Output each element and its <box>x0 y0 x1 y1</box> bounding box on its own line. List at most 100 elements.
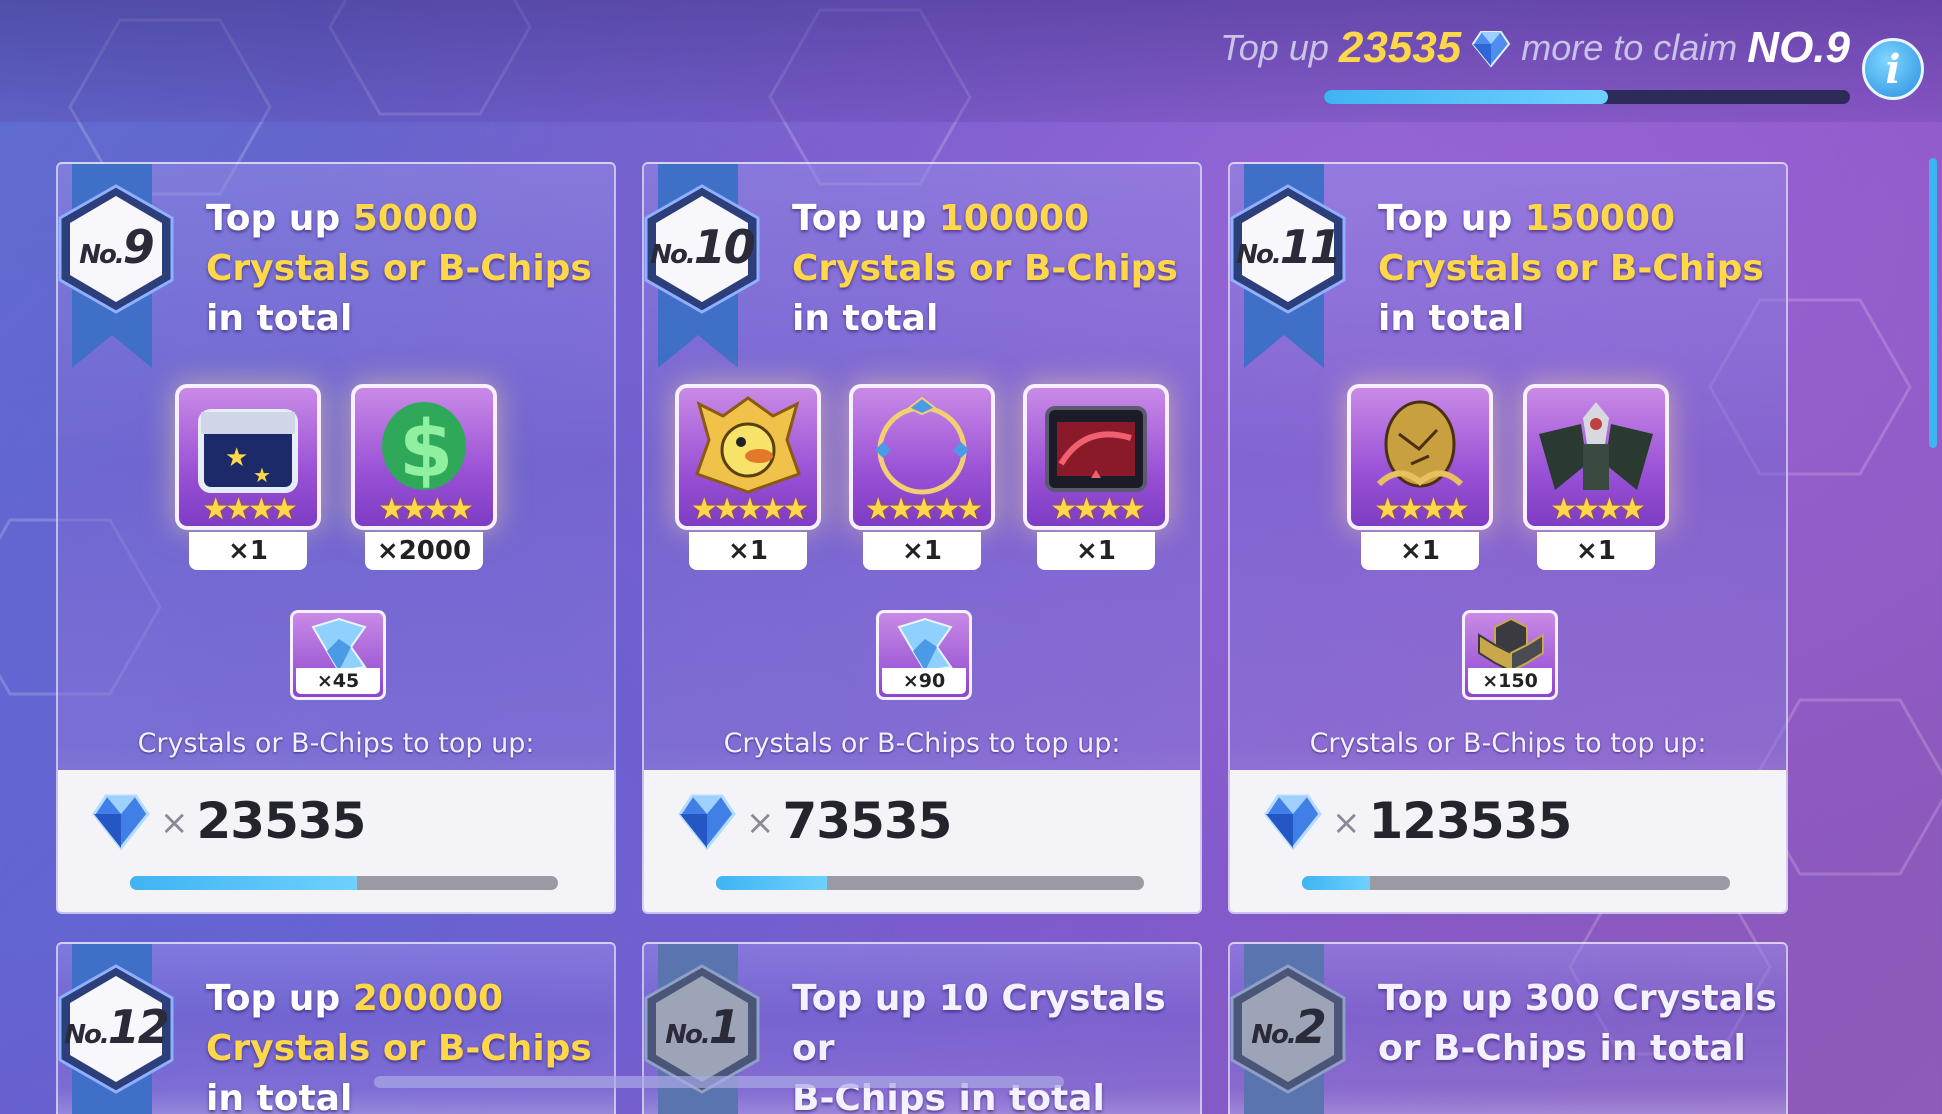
rank-number: No.2 <box>1251 1000 1327 1054</box>
reward-quantity: ×1 <box>1037 532 1155 570</box>
reward-item[interactable]: $ ★★★★ ×2000 <box>351 384 497 570</box>
crystal-icon <box>1264 794 1322 851</box>
rarity-stars: ★★★★ <box>1374 492 1470 527</box>
rank-badge: No.9 <box>58 182 178 316</box>
bonus-item[interactable]: ×45 <box>290 610 386 700</box>
rank-badge: No.11 <box>1230 182 1350 316</box>
reward-item[interactable]: ★★★★★ ×1 <box>849 384 995 570</box>
rarity-stars: ★★★★★ <box>864 492 983 527</box>
reward-quantity: ×1 <box>189 532 307 570</box>
bonus-quantity: ×45 <box>296 668 380 694</box>
topup-status: Top up 23535 more to claim NO.9 <box>1220 22 1850 74</box>
info-button[interactable]: i <box>1862 38 1924 100</box>
card-title: Top up 200000 Crystals or B-Chips in tot… <box>206 978 592 1114</box>
topup-label: Crystals or B-Chips to top up: <box>137 728 535 759</box>
rarity-stars: ★★★★ <box>1550 492 1646 527</box>
reward-quantity: ×1 <box>1361 532 1479 570</box>
reward-card-no10: No.10 Top up 100000 Crystals or B-Chips … <box>642 162 1202 914</box>
card-progress-fill <box>130 876 357 890</box>
reward-card-no9: No.9 Top up 50000 Crystals or B-Chips in… <box>56 162 616 914</box>
rank-number: No.1 <box>665 1000 741 1054</box>
card-progress-bar <box>716 876 1144 890</box>
rarity-stars: ★★★★ <box>202 492 298 527</box>
reward-quantity: ×2000 <box>365 532 483 570</box>
remaining-amount: × 23535 <box>90 790 367 852</box>
top-bar: Top up 23535 more to claim NO.9 i <box>0 0 1942 122</box>
mech-character-icon <box>1539 402 1653 490</box>
reward-quantity: ×1 <box>1537 532 1655 570</box>
topup-middle-text: more to claim <box>1521 27 1738 68</box>
remaining-panel: × 73535 <box>644 770 1200 912</box>
card-progress-fill <box>1302 876 1371 890</box>
svg-text:★: ★ <box>225 443 248 473</box>
remaining-value: 73535 <box>782 792 953 850</box>
star-chest-icon: ★ ★ <box>198 409 298 493</box>
remaining-panel: × 123535 <box>1230 770 1786 912</box>
remaining-amount: × 123535 <box>1262 790 1573 852</box>
crystal-shard-icon <box>897 617 953 673</box>
gold-hex-chip-icon <box>1478 617 1544 673</box>
bonus-quantity: ×150 <box>1468 668 1552 694</box>
reward-list: ★ ★ ★★★★ ×1 $ ★★★★ ×2000 <box>58 384 614 570</box>
rarity-stars: ★★★★ <box>378 492 474 527</box>
overall-progress-fill <box>1324 90 1609 104</box>
card-progress-bar <box>130 876 558 890</box>
card-progress-fill <box>716 876 828 890</box>
rarity-stars: ★★★★ <box>1050 492 1146 527</box>
reward-card-no12: No.12 Top up 200000 Crystals or B-Chips … <box>56 942 616 1114</box>
rank-number: No.11 <box>1236 220 1342 274</box>
overall-progress-bar <box>1324 90 1850 104</box>
rank-badge: No.2 <box>1230 962 1350 1096</box>
svg-text:★: ★ <box>253 463 271 487</box>
horizontal-scrollbar[interactable] <box>374 1076 1064 1088</box>
reward-quantity: ×1 <box>689 532 807 570</box>
rank-badge: No.12 <box>58 962 178 1096</box>
card-title: Top up 100000 Crystals or B-Chips in tot… <box>792 198 1178 339</box>
remaining-value: 23535 <box>196 792 367 850</box>
remaining-amount: × 73535 <box>676 790 953 852</box>
rank-number: No.12 <box>64 1000 170 1054</box>
remaining-panel: × 23535 <box>58 770 614 912</box>
reward-card-no11: No.11 Top up 150000 Crystals or B-Chips … <box>1228 162 1788 914</box>
topup-prefix: Top up <box>1220 27 1329 68</box>
reward-list: ★★★★ ×1 ★★★★ ×1 <box>1230 384 1786 570</box>
reward-item[interactable]: ★★★★ ×1 <box>1347 384 1493 570</box>
reward-item[interactable]: ★★★★ ×1 <box>1523 384 1669 570</box>
bonus-item[interactable]: ×90 <box>876 610 972 700</box>
reward-item[interactable]: ★★★★ ×1 <box>1023 384 1169 570</box>
crystal-icon <box>92 794 150 851</box>
rank-number: No.9 <box>79 220 155 274</box>
gold-ring-frame-icon <box>875 396 969 495</box>
vertical-scrollbar[interactable] <box>1929 158 1937 448</box>
crystal-icon <box>1471 31 1511 68</box>
duck-emblem-icon <box>695 396 801 494</box>
reward-quantity: ×1 <box>863 532 981 570</box>
bonus-item[interactable]: ×150 <box>1462 610 1558 700</box>
reward-item[interactable]: ★★★★★ ×1 <box>675 384 821 570</box>
card-title: Top up 300 Crystals or B-Chips in total <box>1378 978 1777 1069</box>
svg-text:$: $ <box>399 405 453 495</box>
info-icon: i <box>1885 45 1901 93</box>
crystal-shard-icon <box>311 617 367 673</box>
reward-card-no1: No.1 Top up 10 Crystals or B-Chips in to… <box>642 942 1202 1114</box>
rank-number: No.10 <box>650 220 756 274</box>
remaining-value: 123535 <box>1368 792 1573 850</box>
next-claim-rank: NO.9 <box>1747 23 1850 72</box>
card-progress-bar <box>1302 876 1730 890</box>
dark-treasure-box-icon <box>1045 406 1147 492</box>
card-title: Top up 150000 Crystals or B-Chips in tot… <box>1378 198 1764 339</box>
reward-item[interactable]: ★ ★ ★★★★ ×1 <box>175 384 321 570</box>
reward-list: ★★★★★ ×1 ★★★★★ ×1 ★★★★ ×1 <box>644 384 1200 570</box>
topup-label: Crystals or B-Chips to top up: <box>723 728 1121 759</box>
rank-badge: No.10 <box>644 182 764 316</box>
bonus-quantity: ×90 <box>882 668 966 694</box>
green-dollar-coin-icon: $ <box>382 402 466 495</box>
reward-card-no2: No.2 Top up 300 Crystals or B-Chips in t… <box>1228 942 1788 1114</box>
topup-remaining-amount: 23535 <box>1338 23 1462 72</box>
crystal-icon <box>678 794 736 851</box>
rarity-stars: ★★★★★ <box>690 492 809 527</box>
card-title: Top up 50000 Crystals or B-Chips in tota… <box>206 198 592 339</box>
card-title: Top up 10 Crystals or B-Chips in total <box>792 978 1166 1114</box>
golden-egg-icon <box>1376 400 1464 488</box>
topup-label: Crystals or B-Chips to top up: <box>1309 728 1707 759</box>
